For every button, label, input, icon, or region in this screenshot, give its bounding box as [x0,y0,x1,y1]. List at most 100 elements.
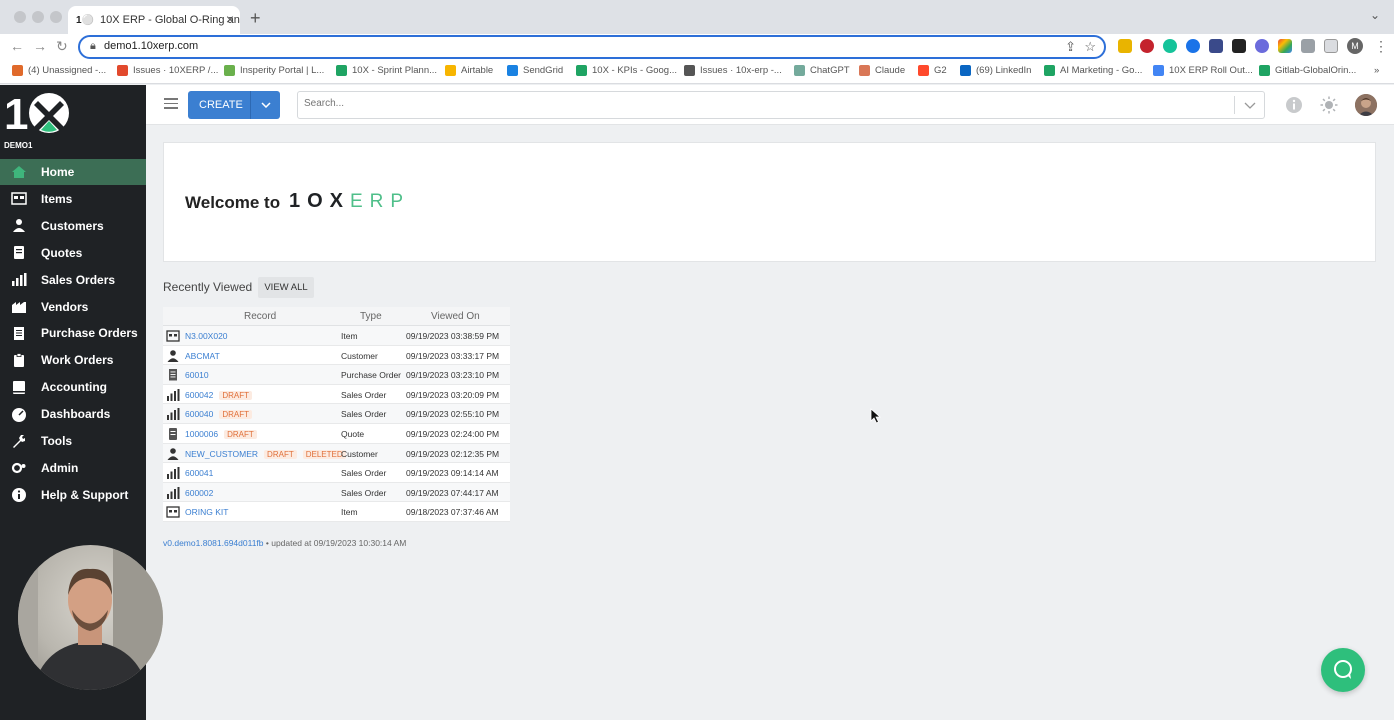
view-all-button[interactable]: VIEW ALL [258,277,314,298]
create-button-label: CREATE [199,99,243,111]
bookmark-item[interactable]: Gitlab-GlobalOrin... [1259,65,1356,76]
bookmark-item[interactable]: 10X - KPIs - Goog... [576,65,677,76]
extension-icon[interactable] [1163,39,1177,53]
create-button[interactable]: CREATE [188,91,280,119]
bookmark-item[interactable]: 10X ERP Roll Out... [1153,65,1253,76]
extension-icon[interactable] [1140,39,1154,53]
bookmark-label: 10X - KPIs - Goog... [592,65,678,76]
help-chat-button[interactable] [1321,648,1365,692]
column-header-record[interactable]: Record [244,311,276,322]
presenter-video-image [18,545,163,690]
user-avatar[interactable] [1355,94,1377,116]
bookmark-favicon-icon [445,65,456,76]
back-icon[interactable]: ← [10,38,24,54]
bookmarks-more-icon[interactable]: » [1374,65,1379,76]
bookmark-item[interactable]: ChatGPT [794,65,850,76]
record-link[interactable]: 600041 [185,468,213,478]
share-icon[interactable]: ⇪ [1065,39,1076,55]
browser-menu-icon[interactable]: ⋮ [1374,38,1388,55]
search-chevron-down-icon[interactable] [1234,96,1264,114]
sidebar-item-work-orders[interactable]: Work Orders [0,347,146,373]
sidebar-item-home[interactable]: Home [0,159,146,185]
bookmark-item[interactable]: Airtable [445,65,493,76]
sidebar-item-label: Admin [41,460,79,475]
bookmark-label: G2 [934,65,947,76]
table-row[interactable]: 600040 DRAFT Sales Order 09/19/2023 02:55:1… [163,404,510,424]
record-link[interactable]: ABCMAT [185,351,220,361]
table-row[interactable]: 600041 Sales Order 09/19/2023 09:14:14 AM [163,463,510,483]
window-minimize-button[interactable] [32,11,44,23]
search-input[interactable] [304,98,1204,109]
extension-icon[interactable] [1186,39,1200,53]
extension-icon[interactable] [1255,39,1269,53]
record-link[interactable]: ORING KIT [185,507,228,517]
hamburger-menu-icon[interactable] [164,98,178,110]
bookmark-item[interactable]: AI Marketing - Go... [1044,65,1142,76]
record-link[interactable]: 60010 [185,370,209,380]
table-row[interactable]: ORING KIT Item 09/18/2023 07:37:46 AM [163,502,510,522]
extension-icon[interactable] [1232,39,1246,53]
version-link[interactable]: v0.demo1.8081.694d011fb [163,538,264,548]
theme-sun-icon[interactable] [1320,96,1338,114]
browser-tab[interactable]: 1⚪ 10X ERP - Global O-Ring and S × [68,6,240,34]
sidebar-item-admin[interactable]: Admin [0,455,146,481]
record-link[interactable]: 600040 DRAFT [185,409,253,420]
bookmark-item[interactable]: Insperity Portal | L... [224,65,324,76]
bookmark-item[interactable]: 10X - Sprint Plann... [336,65,437,76]
app-logo[interactable]: 1 [4,90,70,139]
sidebar-item-dashboards[interactable]: Dashboards [0,401,146,427]
record-link[interactable]: NEW_CUSTOMER DRAFT DELETED [185,449,346,459]
sidebar-item-accounting[interactable]: Accounting [0,374,146,400]
sidebar-item-help-support[interactable]: Help & Support [0,482,146,508]
tab-search-chevron-icon[interactable]: ⌄ [1370,8,1380,22]
bookmark-item[interactable]: (69) LinkedIn [960,65,1031,76]
column-header-type[interactable]: Type [360,311,382,322]
column-header-viewed-on[interactable]: Viewed On [431,311,480,322]
bookmark-item[interactable]: Issues · 10XERP /... [117,65,218,76]
bookmark-item[interactable]: Claude [859,65,905,76]
sidebar-item-sales-orders[interactable]: Sales Orders [0,267,146,293]
table-row[interactable]: 60010 Purchase Order 09/19/2023 03:23:10 P… [163,365,510,385]
forward-icon[interactable]: → [33,38,47,54]
sidebar-item-vendors[interactable]: Vendors [0,294,146,320]
sidebar-item-label: Help & Support [41,487,129,502]
record-link[interactable]: 600042 DRAFT [185,390,253,400]
sidebar-item-label: Accounting [41,380,107,395]
sidebar-item-tools[interactable]: Tools [0,428,146,454]
window-maximize-button[interactable] [50,11,62,23]
bookmark-item[interactable]: SendGrid [507,65,563,76]
bookmark-item[interactable]: G2 [918,65,947,76]
new-tab-button[interactable]: + [250,8,261,29]
bookmark-favicon-icon [1044,65,1055,76]
table-row[interactable]: ABCMAT Customer 09/19/2023 03:33:17 PM [163,345,510,366]
bookmark-label: (4) Unassigned -... [28,65,107,76]
record-link[interactable]: 1000006 DRAFT [185,429,257,439]
record-link[interactable]: 600002 [185,488,213,498]
tab-close-icon[interactable]: × [226,11,234,27]
create-dropdown-chevron-icon[interactable] [250,91,280,119]
extensions-puzzle-icon[interactable] [1301,39,1315,53]
sidebar-item-customers[interactable]: Customers [0,213,146,239]
profile-avatar[interactable]: M [1347,38,1363,54]
reload-icon[interactable]: ↻ [56,38,68,55]
bookmark-star-icon[interactable]: ☆ [1084,39,1096,55]
table-row[interactable]: 600042 DRAFT Sales Order 09/19/2023 03:20:0… [163,384,510,405]
sidebar-item-purchase-orders[interactable]: Purchase Orders [0,320,146,346]
sidebar-item-label: Work Orders [41,353,114,368]
table-row[interactable]: NEW_CUSTOMER DRAFT DELETED Customer 09/19/20… [163,443,510,464]
bookmark-item[interactable]: (4) Unassigned -... [12,65,106,76]
side-panel-icon[interactable] [1324,39,1338,53]
extension-icon[interactable] [1118,39,1132,53]
window-close-button[interactable] [14,11,26,23]
table-row[interactable]: N3.00X020 Item 09/19/2023 03:38:59 PM [163,326,510,346]
extension-icon[interactable] [1209,39,1223,53]
sidebar-item-items[interactable]: Items [0,186,146,212]
url-field[interactable]: 🔒︎ demo1.10xerp.com ⇪ ☆ [78,35,1106,59]
table-row[interactable]: 1000006 DRAFT Quote 09/19/2023 02:24:00 PM [163,423,510,444]
table-row[interactable]: 600002 Sales Order 09/19/2023 07:44:17 AM [163,482,510,503]
sidebar-item-quotes[interactable]: Quotes [0,240,146,266]
bookmark-item[interactable]: Issues · 10x-erp -... [684,65,782,76]
extension-icon[interactable] [1278,39,1292,53]
record-link[interactable]: N3.00X020 [185,331,228,341]
info-icon[interactable] [1285,96,1303,114]
